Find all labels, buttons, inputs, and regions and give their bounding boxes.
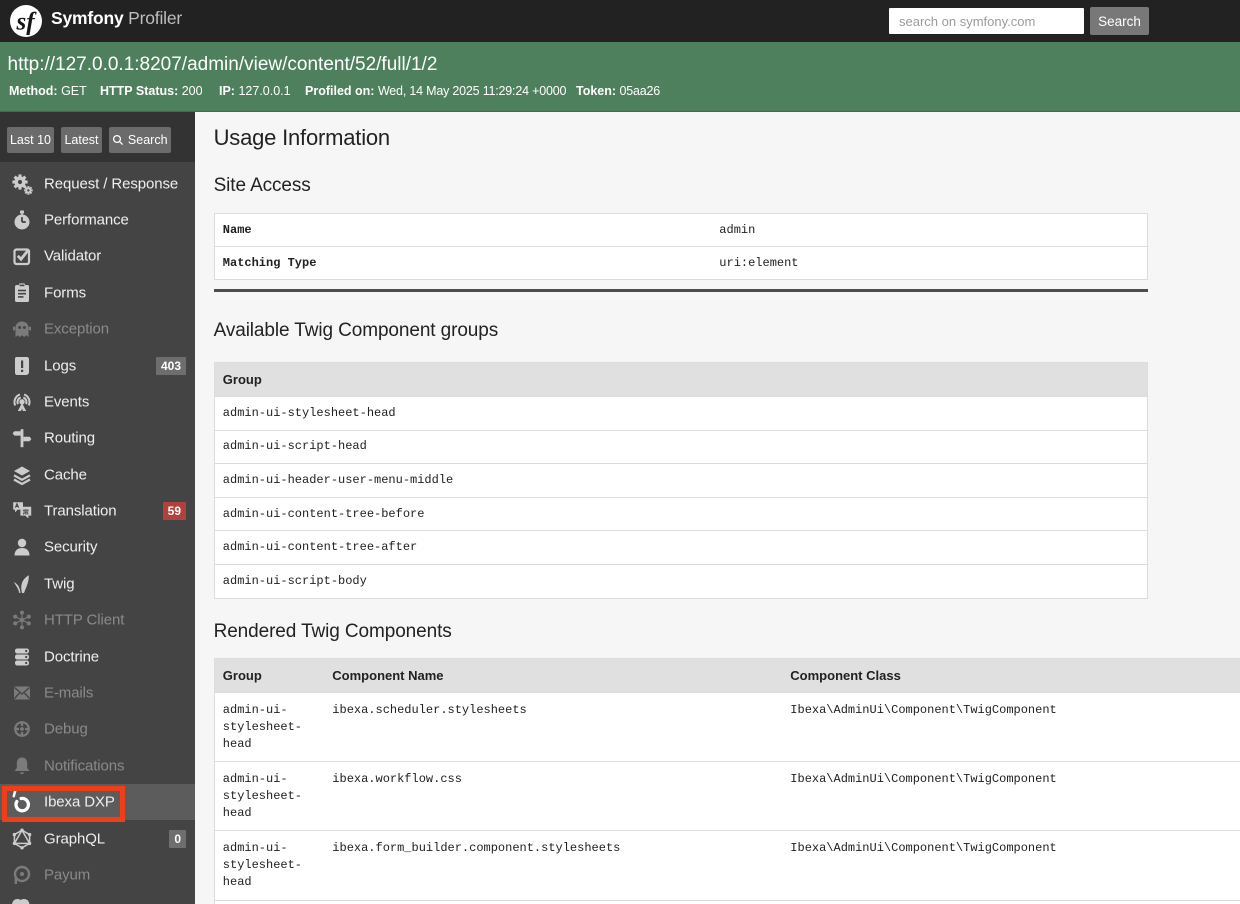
svg-text:sf: sf — [15, 9, 37, 36]
